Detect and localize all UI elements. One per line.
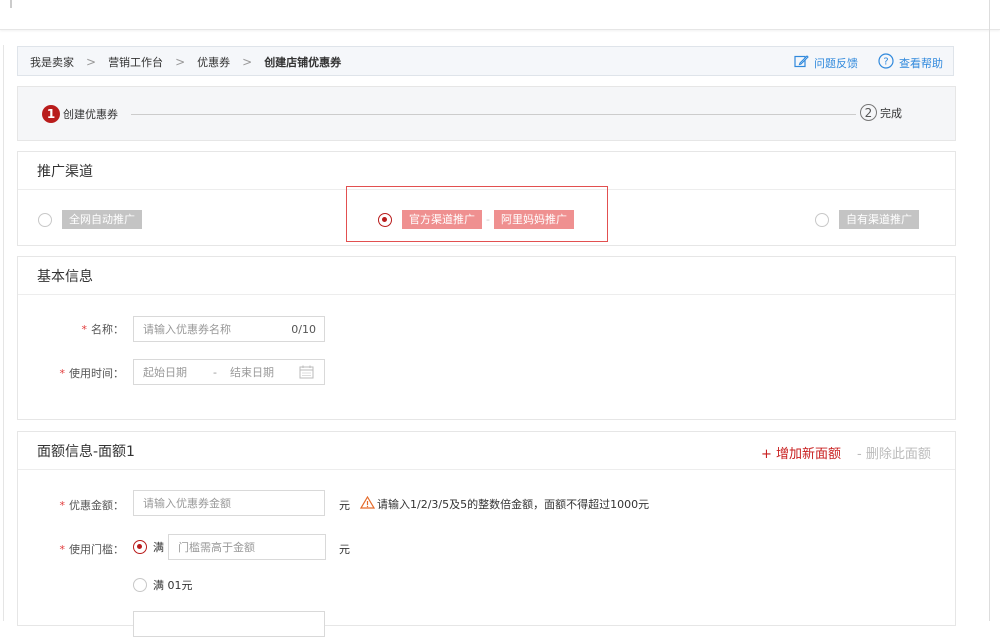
threshold-option-full[interactable]: 满 (133, 539, 164, 555)
step-2-label: 完成 (880, 106, 902, 120)
warning-text: 请输入1/2/3/5及5的整数倍金额，面额不得超过1000元 (377, 498, 650, 511)
full-label: 满 (153, 541, 164, 554)
feedback-label: 问题反馈 (814, 56, 858, 70)
required-marker: * (59, 367, 66, 380)
step-1-label: 创建优惠券 (63, 108, 118, 121)
breadcrumb-item-current: 创建店铺优惠券 (264, 56, 342, 69)
svg-text:?: ? (883, 57, 888, 68)
discount-input[interactable]: 请输入优惠券金额 (133, 490, 325, 516)
amount-warning: 请输入1/2/3/5及5的整数倍金额，面额不得超过1000元 (359, 495, 650, 512)
time-label: * 使用时间： (38, 365, 125, 381)
calendar-icon[interactable] (299, 365, 314, 382)
name-char-count: 0/10 (291, 322, 316, 336)
partial-input[interactable] (133, 611, 325, 637)
help-link[interactable]: ? 查看帮助 (878, 53, 943, 72)
required-marker: * (59, 543, 66, 556)
breadcrumb-item-seller[interactable]: 我是卖家 (30, 54, 74, 70)
required-marker: * (81, 323, 88, 336)
name-label: * 名称： (58, 321, 125, 337)
channel-option-all[interactable]: 全网自动推广 (38, 210, 142, 229)
name-input[interactable]: 请输入优惠券名称 0/10 (133, 316, 325, 342)
threshold-unit: 元 (339, 543, 350, 556)
breadcrumb-item-marketing[interactable]: 营销工作台 (108, 54, 163, 70)
warning-icon (359, 495, 376, 512)
threshold-label: * 使用门槛： (38, 541, 125, 557)
date-separator: - (213, 365, 217, 379)
step-2-number: 2 (860, 104, 877, 121)
breadcrumb-separator: > (86, 55, 97, 69)
threshold-input[interactable]: 门槛需高于金额 (168, 534, 326, 560)
basic-info-title: 基本信息 (18, 257, 955, 295)
breadcrumb-item-coupons[interactable]: 优惠券 (197, 54, 230, 70)
discount-label: * 优惠金额： (38, 497, 125, 513)
required-marker: * (59, 499, 66, 512)
breadcrumb: 我是卖家 > 营销工作台 > 优惠券 > 创建店铺优惠券 问题反馈 ? 查看帮助 (17, 46, 954, 76)
discount-label-text: 优惠金额： (69, 499, 124, 512)
top-bar-stub (10, 0, 12, 8)
add-amount-button[interactable]: + 增加新面额 (761, 443, 841, 462)
scrollbar-track[interactable] (989, 0, 990, 621)
date-range-input[interactable]: 起始日期 - 结束日期 (133, 359, 325, 385)
name-placeholder: 请输入优惠券名称 (143, 323, 231, 336)
radio-threshold-01[interactable] (133, 578, 147, 592)
tag-all-network: 全网自动推广 (62, 210, 142, 229)
feedback-link[interactable]: 问题反馈 (794, 54, 858, 71)
radio-own[interactable] (815, 212, 829, 227)
start-date-placeholder[interactable]: 起始日期 (143, 364, 187, 380)
help-label: 查看帮助 (899, 56, 943, 70)
help-icon: ? (878, 53, 894, 72)
radio-threshold-full[interactable] (133, 540, 147, 554)
highlight-box (346, 186, 608, 242)
left-border (3, 45, 4, 621)
discount-placeholder: 请输入优惠券金额 (143, 497, 231, 510)
breadcrumb-separator: > (175, 55, 186, 69)
step-1: 1 创建优惠券 (42, 105, 118, 123)
step-progress: 1 创建优惠券 2 完成 (17, 86, 956, 141)
channel-title: 推广渠道 (18, 152, 955, 190)
amount-panel: 面额信息-面额1 + 增加新面额 - 删除此面额 * 优惠金额： 请输入优惠券金额… (17, 431, 956, 637)
name-label-text: 名称： (91, 323, 124, 336)
end-date-placeholder[interactable]: 结束日期 (230, 364, 274, 380)
step-1-number: 1 (42, 105, 60, 123)
step-2: 2 完成 (860, 104, 902, 121)
top-bar (0, 0, 1000, 30)
channel-option-own[interactable]: 自有渠道推广 (815, 210, 919, 229)
step-connector (131, 114, 856, 115)
discount-unit: 元 (339, 499, 350, 512)
edit-icon (794, 54, 809, 71)
breadcrumb-separator: > (242, 55, 253, 69)
time-label-text: 使用时间： (69, 367, 124, 380)
delete-amount-button[interactable]: - 删除此面额 (857, 443, 931, 462)
threshold-label-text: 使用门槛： (69, 543, 124, 556)
radio-all[interactable] (38, 212, 52, 227)
threshold-option-01[interactable]: 满 01元 (133, 577, 193, 593)
threshold-placeholder: 门槛需高于金额 (178, 541, 255, 554)
basic-info-panel: 基本信息 * 名称： 请输入优惠券名称 0/10 * 使用时间： 起始日期 - 结束… (17, 256, 956, 420)
tag-own-channel: 自有渠道推广 (839, 210, 919, 229)
full-01-label: 满 01元 (153, 579, 193, 592)
